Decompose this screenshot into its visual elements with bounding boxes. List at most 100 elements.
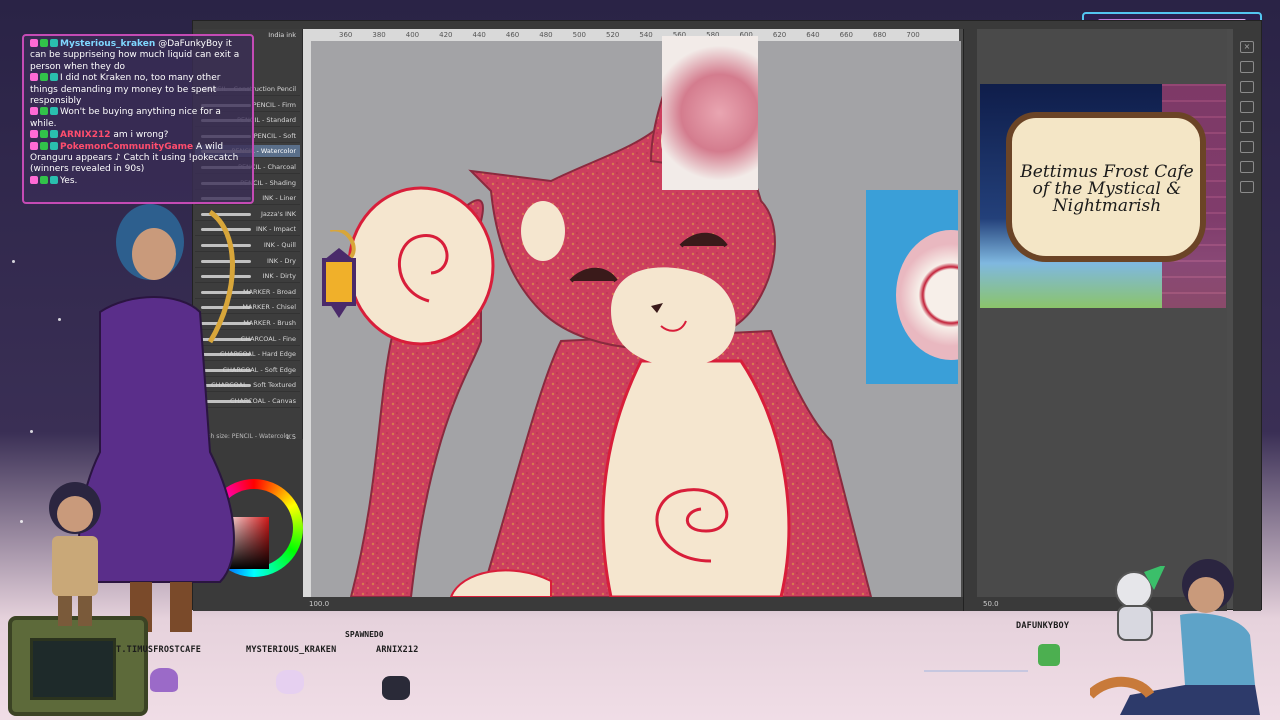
lantern-icon (322, 230, 356, 318)
avatar-staff (207, 209, 235, 344)
ruler-tick-label: 700 (906, 31, 920, 39)
brush-label: INK - Impact (256, 225, 296, 234)
chat-badge-icon (50, 130, 58, 139)
ruler-tick-label: 520 (606, 31, 620, 39)
chat-badge-icon (50, 107, 58, 116)
layer-icon[interactable] (1240, 101, 1254, 113)
layer-icon[interactable] (1240, 121, 1254, 133)
navigator-zoom[interactable]: 50.0 (983, 600, 999, 608)
ruler-tick-label: 640 (806, 31, 820, 39)
side-toolbar: × (1233, 29, 1261, 611)
chibi-character (49, 482, 101, 626)
chat-overlay: Mysterious_kraken @DaFunkyBoy it can be … (22, 34, 254, 204)
progress-line (924, 670, 1028, 672)
reference-photo-donuts (662, 36, 758, 190)
pixel-sprite-pokemon (276, 670, 304, 694)
ear-inner-left (521, 201, 565, 261)
pixel-sprite-pokemon (150, 668, 178, 692)
layer-icon[interactable] (1240, 161, 1254, 173)
chat-badge-icon (40, 39, 48, 47)
spawned-label: SPAWNED0 (345, 630, 384, 639)
chat-badge-icon (50, 141, 58, 150)
brush-label: INK - Quill (263, 241, 296, 249)
ruler-tick-label: 360 (339, 31, 353, 39)
canvas-zoom[interactable]: 100.0 (309, 600, 329, 608)
cat-paw (449, 569, 552, 597)
cat-illustration (347, 68, 873, 597)
chat-text: am i wrong? (113, 130, 169, 141)
banner-title: Bettimus Frost Cafe of the Mystical & Ni… (1020, 162, 1194, 216)
chat-badge-icon (30, 130, 38, 139)
drawing-canvas[interactable] (311, 41, 961, 597)
brush-label: Jazza's INK (261, 209, 296, 218)
chat-badge-icon (40, 130, 48, 139)
cat-chest (601, 359, 791, 597)
layer-icon[interactable] (1240, 61, 1254, 73)
brush-label: PENCIL - Soft (253, 131, 296, 140)
canvas-status-bar: 100.0 (303, 597, 963, 611)
chat-text: Yes. (60, 175, 78, 186)
ruler-tick-label: 460 (505, 31, 520, 39)
chat-message: Won't be buying anything nice for a whil… (30, 107, 246, 130)
chat-message: Yes. (30, 175, 246, 187)
app-titlebar (193, 21, 1261, 29)
chat-message: PokemonCommunityGame A wild Oranguru app… (30, 141, 246, 176)
ruler-tick-label: 480 (539, 31, 553, 39)
reference-panel-divider[interactable] (963, 29, 977, 611)
chat-badge-icon (40, 141, 48, 150)
ruler-tick-label: 660 (839, 31, 853, 39)
chat-message: I did not Kraken no, too many other thin… (30, 73, 246, 107)
ink-label: India ink (268, 31, 296, 39)
chat-badge-icon (40, 73, 48, 82)
chatter-name: T.TIMUSFROSTCAFE (116, 645, 202, 655)
chat-badge-icon (40, 107, 48, 116)
brush-label: INK - Liner (262, 194, 296, 203)
ruler-tick-label: 380 (372, 31, 386, 39)
brush-label: INK - Dirty (262, 272, 296, 281)
chat-message: ARNIX212 am i wrong? (30, 130, 246, 141)
ruler-tick-label: 540 (639, 31, 653, 39)
chatter-ticker: T.TIMUSFROSTCAFE MYSTERIOUS_KRAKEN ARNIX… (0, 621, 1280, 665)
chat-badge-icon (30, 175, 38, 184)
chat-username[interactable]: Mysterious_kraken (60, 39, 155, 49)
avatar-face (132, 228, 176, 280)
ruler-tick-label: 400 (405, 31, 420, 39)
ruler-horizontal: 360 380 400 420 440 460 480 500 520 540 560 580 600 6… (309, 29, 959, 41)
chatter-name: DAFUNKYBOY (1016, 621, 1070, 631)
ruler-tick-label: 500 (572, 31, 586, 39)
ruler-tick-label: 680 (873, 31, 887, 39)
layer-icon[interactable] (1240, 141, 1254, 153)
chat-badge-icon (30, 73, 38, 82)
chat-badge-icon (30, 39, 38, 47)
layer-icon[interactable] (1240, 181, 1254, 193)
chat-text: I did not Kraken no, too many other thin… (30, 73, 221, 107)
chat-text: Won't be buying anything nice for a whil… (30, 107, 221, 129)
chat-badge-icon (30, 141, 38, 150)
chat-message: Mysterious_kraken @DaFunkyBoy it can be … (30, 39, 246, 73)
star (58, 318, 61, 321)
reference-photo-swiss-roll (866, 190, 958, 384)
star (30, 430, 33, 433)
swiss-roll-cake (896, 230, 958, 360)
star (12, 260, 15, 263)
chatter-name: ARNIX212 (376, 645, 419, 655)
brush-label: INK - Dry (266, 256, 296, 265)
tail-swirl (347, 186, 495, 346)
brush-label: PENCIL - Firm (252, 100, 296, 109)
ruler-vertical (303, 29, 311, 599)
layer-icon[interactable] (1240, 81, 1254, 93)
chat-username[interactable]: PokemonCommunityGame (60, 142, 193, 152)
star (20, 520, 23, 523)
chat-badge-icon (50, 73, 58, 82)
chat-username[interactable]: ARNIX212 (60, 130, 111, 140)
ruler-tick-label: 440 (472, 31, 486, 39)
chat-badge-icon (50, 39, 58, 47)
pixel-sprite-pokemon (382, 676, 410, 700)
pixel-sprite-avatar (1038, 644, 1060, 666)
cafe-banner: Bettimus Frost Cafe of the Mystical & Ni… (980, 84, 1226, 308)
ruler-tick-label: 620 (772, 31, 787, 39)
ruler-tick-label: 420 (439, 31, 453, 39)
close-icon[interactable]: × (1240, 41, 1254, 53)
chat-badge-icon (30, 107, 38, 116)
chat-badge-icon (40, 175, 48, 184)
